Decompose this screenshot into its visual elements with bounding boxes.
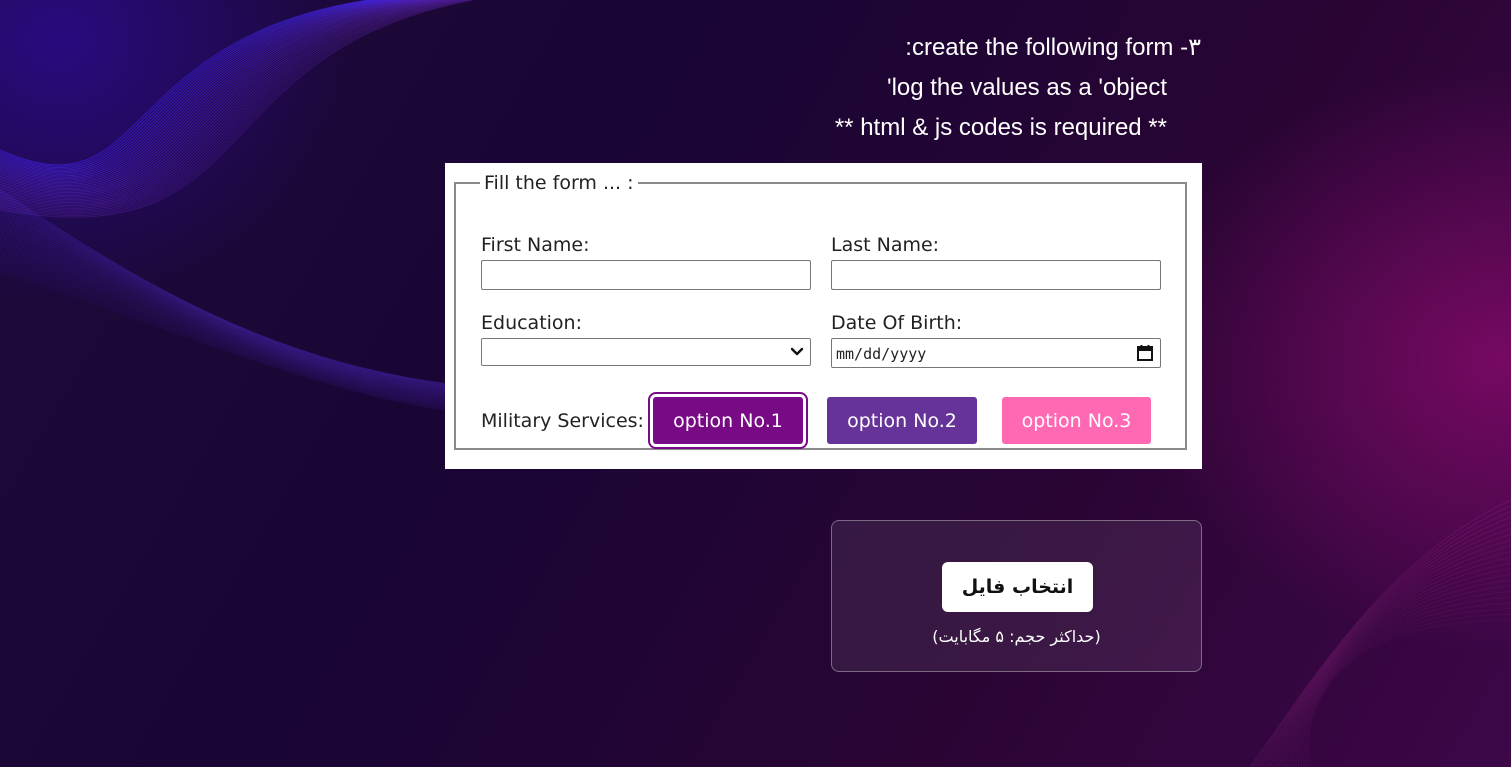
background-wave-line: [1295, 590, 1511, 767]
background-wave-line: [1266, 533, 1511, 767]
education-label: Education:: [481, 312, 582, 334]
background-wave-line: [0, 0, 371, 166]
background-wave-line: [0, 0, 420, 189]
background-wave-line: [1300, 602, 1511, 767]
background-wave-line: [0, 0, 400, 180]
background-wave-line: [0, 0, 417, 188]
last-name-input[interactable]: [831, 260, 1161, 290]
background-wave-line: [1260, 522, 1511, 767]
background-wave-line: [1286, 573, 1511, 767]
dob-input[interactable]: mm/dd/yyyy: [831, 338, 1161, 368]
background-wave-line: [1258, 516, 1511, 767]
background-wave-line: [0, 0, 423, 191]
instruction-line-3: ** html & js codes is required **: [834, 114, 1167, 141]
background-wave-line: [1275, 550, 1511, 767]
background-wave-line: [0, 0, 402, 181]
education-select[interactable]: [481, 338, 811, 366]
background-wave-line: [0, 0, 380, 170]
background-wave-line: [1263, 528, 1511, 767]
background-wave-line: [1252, 505, 1511, 767]
background-wave-line: [0, 0, 408, 184]
background-wave-line: [0, 0, 414, 186]
background-wave-line: [1292, 585, 1511, 767]
dob-label: Date Of Birth:: [831, 312, 963, 334]
file-upload-box[interactable]: انتخاب فایل (حداکثر حجم: ۵ مگابایت): [831, 520, 1202, 672]
background-wave-line: [0, 0, 383, 171]
background-wave-line: [0, 0, 375, 167]
first-name-input[interactable]: [481, 260, 811, 290]
background-wave-line: [1305, 613, 1511, 767]
option-1-button[interactable]: option No.1: [648, 392, 808, 449]
background-wave-line: [1255, 510, 1511, 767]
form-fieldset: Fill the form ... : First Name: Last Nam…: [454, 172, 1187, 450]
max-size-hint: (حداکثر حجم: ۵ مگابایت): [932, 627, 1101, 646]
background-wave-line: [0, 0, 394, 177]
background-wave-line: [0, 0, 392, 175]
military-services-label: Military Services:: [481, 410, 644, 432]
form-legend: Fill the form ... :: [484, 172, 634, 194]
background-wave-line: [0, 0, 389, 174]
calendar-icon[interactable]: [1136, 344, 1154, 362]
background-wave-line: [1249, 499, 1511, 767]
background-wave-line: [1303, 608, 1511, 767]
background-wave-line: [1269, 539, 1511, 767]
background-wave-line: [1283, 568, 1511, 767]
first-name-label: First Name:: [481, 234, 590, 256]
choose-file-button[interactable]: انتخاب فایل: [942, 562, 1093, 612]
background-wave-line: [1278, 556, 1511, 767]
instruction-line-1: ۳- create the following form:: [905, 34, 1201, 61]
last-name-label: Last Name:: [831, 234, 940, 256]
dob-placeholder: mm/dd/yyyy: [836, 345, 927, 363]
chevron-down-icon: [790, 347, 804, 356]
background-wave-line: [1298, 596, 1511, 767]
background-wave-line: [0, 0, 405, 182]
background-wave-line: [1289, 579, 1511, 767]
option-3-button[interactable]: option No.3: [1002, 397, 1151, 444]
option-2-button[interactable]: option No.2: [827, 397, 977, 444]
instructions: ۳- create the following form: log the va…: [701, 28, 1201, 148]
background-wave-line: [1272, 545, 1511, 767]
background-wave-line: [0, 0, 411, 185]
background-wave-line: [1308, 619, 1511, 767]
form-card: Fill the form ... : First Name: Last Nam…: [445, 163, 1202, 469]
instruction-line-2: log the values as a 'object': [886, 74, 1167, 101]
background-wave-line: [0, 0, 397, 178]
background-wave-line: [0, 0, 386, 173]
background-wave-line: [1280, 562, 1511, 767]
background-wave-line: [0, 0, 378, 169]
